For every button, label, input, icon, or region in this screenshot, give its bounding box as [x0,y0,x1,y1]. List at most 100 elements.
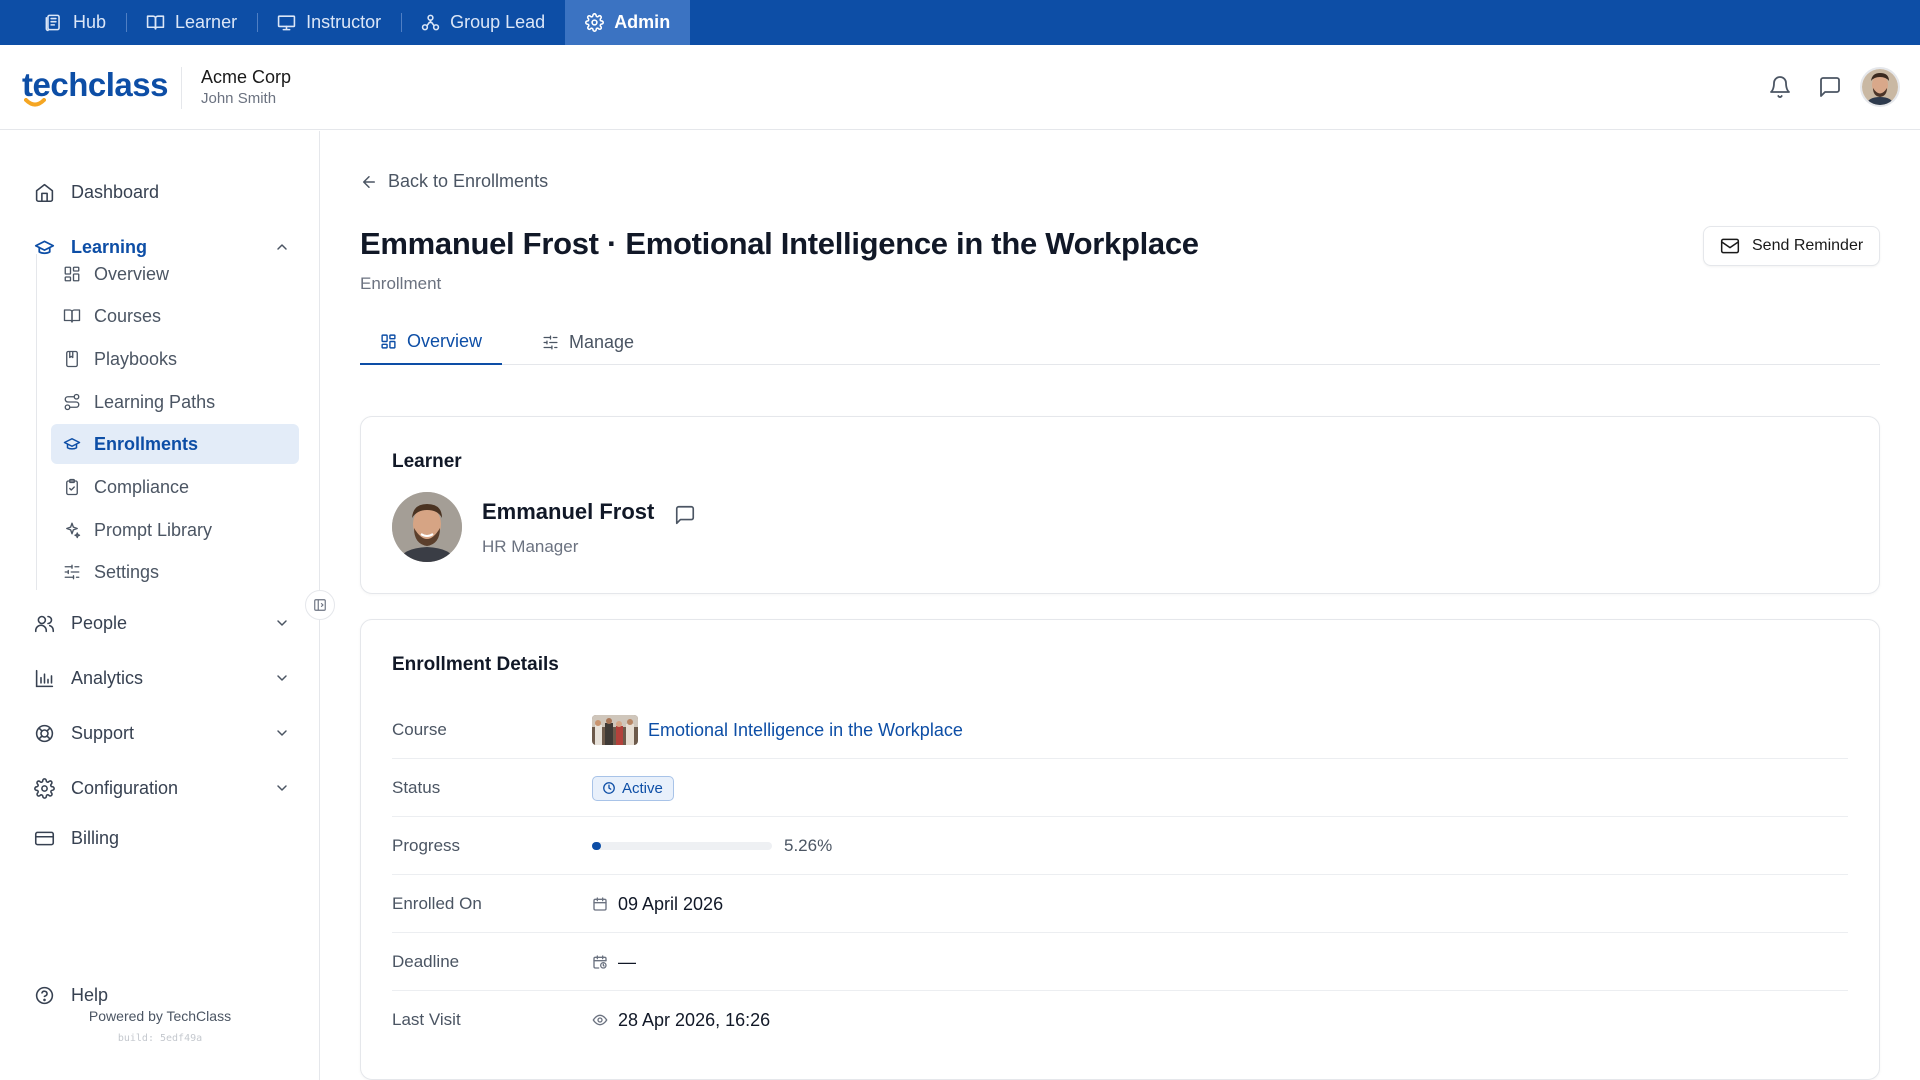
credit-card-icon [34,831,55,845]
detail-row-deadline: Deadline — [392,933,1848,991]
sidebar-item-analytics[interactable]: Analytics [34,660,290,696]
role-tab-group-lead[interactable]: Group Lead [401,0,565,45]
logo-smile-icon [24,98,46,107]
sidebar-subitem-label: Overview [94,263,170,284]
app-header: techclass Acme Corp John Smith [0,45,1920,130]
role-tab-instructor[interactable]: Instructor [257,0,401,45]
sidebar-collapse-button[interactable] [305,590,335,620]
sidebar-subitem-learning-paths[interactable]: Learning Paths [51,382,299,422]
enrolled-on-value: 09 April 2026 [592,875,723,933]
tab-bar: Overview Manage [360,319,1880,365]
calendar-clock-icon [593,955,607,969]
role-tab-admin[interactable]: Admin [565,0,691,45]
clock-icon [603,782,615,794]
enrolled-on-date: 09 April 2026 [618,893,724,914]
progress-label: Progress [392,836,461,855]
sidebar-subitem-compliance[interactable]: Compliance [51,467,299,507]
sidebar-subitem-playbooks[interactable]: Playbooks [51,339,299,379]
grid-icon [64,266,80,282]
detail-row-progress: Progress 5.26% [392,817,1848,875]
gear-icon [585,13,605,32]
page-subtitle: Enrollment [360,274,442,293]
grid-icon [381,333,396,349]
techclass-logo[interactable]: techclass [22,65,168,109]
status-badge: Active [592,775,674,801]
bar-chart-icon [35,669,54,687]
bell-icon[interactable] [1768,75,1792,99]
enrolled-on-label: Enrolled On [392,894,482,913]
send-reminder-label: Send Reminder [1752,237,1864,254]
role-tab-label: Group Lead [450,12,546,32]
sidebar-item-dashboard[interactable]: Dashboard [34,174,290,210]
role-tab-label: Instructor [306,12,382,32]
sidebar-subitem-courses[interactable]: Courses [51,296,299,336]
sidebar-subitem-overview[interactable]: Overview [51,254,299,294]
sidebar-item-people[interactable]: People [34,605,290,641]
org-switcher[interactable]: Acme Corp John Smith [201,66,291,109]
learner-section-title: Learner [392,451,462,472]
role-tab-label: Admin [614,12,671,32]
sidebar-subitem-label: Prompt Library [94,519,213,540]
progress-bar-fill [592,842,602,850]
sidebar-subitem-label: Playbooks [94,348,178,369]
mail-icon [1720,238,1740,254]
powered-by-text: Powered by TechClass [88,1008,232,1024]
org-name: Acme Corp [201,67,292,87]
learner-card: Learner Emmanuel Frost HR Manager [360,416,1880,594]
role-tab-label: Learner [175,12,238,32]
calendar-icon [593,897,607,911]
learner-avatar[interactable] [392,492,462,562]
user-avatar[interactable] [1860,67,1900,107]
status-label: Status [392,778,441,797]
send-reminder-button[interactable]: Send Reminder [1703,226,1880,266]
sidebar-item-label: Support [71,722,135,743]
last-visit-datetime: 28 Apr 2026, 16:26 [618,1009,771,1030]
learner-job-title: HR Manager [482,537,579,556]
sliders-icon [543,334,558,350]
lifebuoy-icon [35,724,54,742]
sidebar-item-billing[interactable]: Billing [34,820,290,856]
role-tab-hub[interactable]: Hub [24,0,126,45]
chevron-down-icon[interactable] [274,780,290,796]
chevron-down-icon[interactable] [274,725,290,741]
notebook-icon [66,350,78,368]
back-to-enrollments-link[interactable]: Back to Enrollments [360,171,548,192]
gear-icon [34,777,55,799]
chevron-down-icon[interactable] [274,615,290,631]
sidebar-item-support[interactable]: Support [34,715,290,751]
submenu-guide-line [36,254,37,590]
detail-row-enrolled-on: Enrolled On 09 April 2026 [392,875,1848,933]
tab-manage[interactable]: Manage [542,319,634,365]
sparkles-icon [66,522,81,539]
build-version-text: build: 5edf49a [117,1033,203,1044]
message-square-icon[interactable] [674,504,696,526]
message-square-icon[interactable] [1818,75,1842,99]
learner-name: Emmanuel Frost [482,499,655,524]
presentation-icon [277,15,296,31]
eye-icon [592,1014,608,1026]
deadline-date: — [618,951,636,972]
tab-label: Manage [569,331,635,352]
arrow-left-icon [363,175,375,188]
chevron-up-icon[interactable] [274,239,290,255]
home-icon [35,183,54,202]
sidebar-subitem-enrollments[interactable]: Enrollments [51,424,299,464]
role-tab-learner[interactable]: Learner [126,0,257,45]
group-icon [421,14,440,31]
graduation-cap-icon [34,240,55,254]
sidebar-item-configuration[interactable]: Configuration [34,770,290,806]
sidebar-item-label: Dashboard [71,181,160,202]
page-title: Emmanuel Frost · Emotional Intelligence … [360,226,1199,261]
sliders-icon [64,564,80,580]
sidebar-subitem-prompt-library[interactable]: Prompt Library [51,510,299,550]
sidebar-subitem-settings[interactable]: Settings [51,552,299,592]
tab-overview[interactable]: Overview [360,319,502,365]
chevron-down-icon[interactable] [274,670,290,686]
course-thumbnail[interactable] [592,715,638,745]
deadline-label: Deadline [392,952,460,971]
progress-percent-text: 5.26% [784,836,833,855]
tab-label: Overview [406,330,482,351]
help-circle-icon [35,986,54,1004]
avatar-photo [1862,69,1898,105]
course-link[interactable]: Emotional Intelligence in the Workplace [648,720,963,741]
